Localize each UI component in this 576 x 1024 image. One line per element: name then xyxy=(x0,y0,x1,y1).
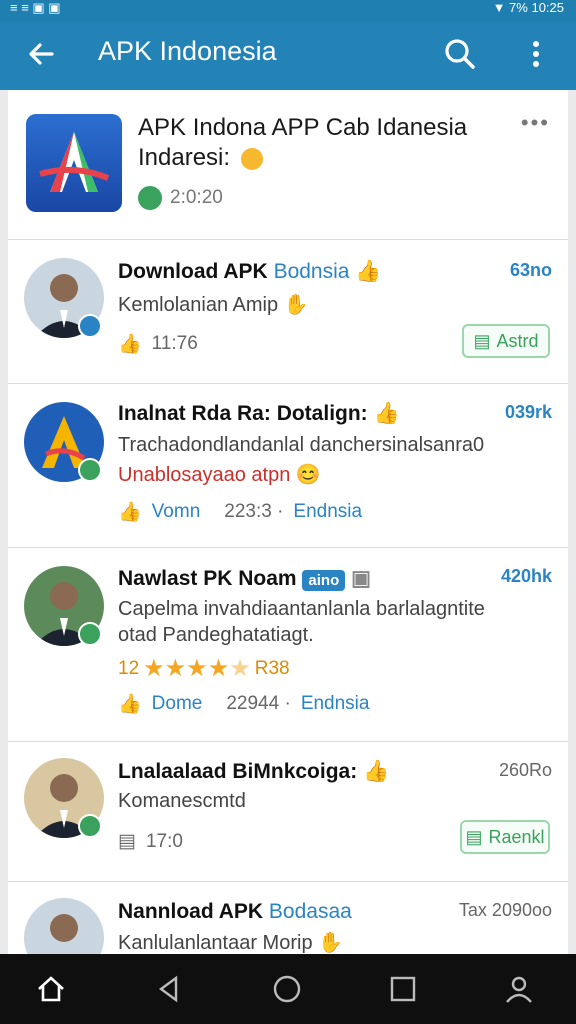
item-count: 260Ro xyxy=(498,760,552,780)
star-icon: ★ xyxy=(164,655,187,682)
list-item[interactable]: Nawlast PK Noam aino ▣ 420hk Capelma inv… xyxy=(8,548,568,742)
hand-icon: ✋ xyxy=(283,294,309,316)
thumbs-up-icon: 👍 xyxy=(118,502,142,523)
rating: 12 ★★★★★ R38 xyxy=(118,654,290,683)
item-title: Lnalaalaad BiMnkcoiga: 👍 xyxy=(118,760,390,783)
list-item[interactable]: Inalnat Rda Ra: Dotalign: 👍 039rk Tracha… xyxy=(8,384,568,548)
item-title: Nannload APK Bodasaa xyxy=(118,900,352,923)
item-subtitle-2: otad Pandeghatatiagt. xyxy=(118,624,314,646)
item-subtitle-red: Unablosayaao atpn 😊 xyxy=(118,464,321,486)
item-subtitle: Trachadondlandanlal danchersinalsanra0 xyxy=(118,434,485,456)
rating-stars: ★★★★★ xyxy=(143,654,251,683)
system-nav-bar xyxy=(0,954,576,1024)
calendar-icon: ▤ xyxy=(118,831,136,852)
status-badge-icon xyxy=(78,458,102,482)
list-item[interactable]: Download APK Bodnsia 👍 63no Kemlolanian … xyxy=(8,240,568,384)
document-icon: ▤ xyxy=(465,826,483,847)
overflow-menu-icon[interactable]: ••• xyxy=(521,110,550,136)
item-meta: 👍 11:76 xyxy=(118,333,198,355)
app-bar-title: APK Indonesia xyxy=(98,36,277,66)
hand-icon: ✋ xyxy=(318,932,344,954)
featured-app-subtitle: Indaresi: xyxy=(138,144,263,172)
action-button[interactable]: ▤ Astrd xyxy=(462,324,550,358)
item-link[interactable]: Endnsia xyxy=(293,501,362,523)
verified-badge-icon xyxy=(240,147,263,170)
home-icon[interactable] xyxy=(34,972,68,1006)
item-title: Inalnat Rda Ra: Dotalign: 👍 xyxy=(118,402,400,425)
shield-check-icon xyxy=(138,186,162,210)
thumbs-up-icon: 👍 xyxy=(355,260,382,283)
app-bar: APK Indonesia xyxy=(0,22,576,90)
image-icon: ▣ xyxy=(351,567,371,590)
star-icon: ★ xyxy=(186,655,208,682)
item-link[interactable]: Endnsia xyxy=(301,693,370,715)
item-count: Tax 2090oo xyxy=(458,900,552,920)
status-bar: ≡ ≡ ▣ ▣ ▼ 7% 10:25 xyxy=(0,0,576,22)
profile-icon[interactable] xyxy=(502,972,536,1006)
featured-app-card[interactable]: APK Indona APP Cab Idanesia Indaresi: 2:… xyxy=(8,90,568,240)
item-subtitle: Kanlulanlantaar Morip ✋ xyxy=(118,932,344,954)
item-count: 420hk xyxy=(500,566,552,586)
account-badge-icon xyxy=(78,314,102,338)
status-icons-right: ▼ 7% 10:25 xyxy=(492,0,564,15)
action-button[interactable]: ▤ Raenkl xyxy=(460,820,550,854)
title-chip: aino xyxy=(302,570,346,591)
app-logo xyxy=(26,114,122,212)
status-badge-icon xyxy=(78,814,102,838)
item-title: Download APK Bodnsia 👍 xyxy=(118,260,382,283)
item-count: 039rk xyxy=(504,402,552,422)
status-badge-icon xyxy=(78,622,102,646)
thumbs-up-icon: 👍 xyxy=(118,694,142,715)
document-icon: ▤ xyxy=(473,330,491,351)
back-nav-icon[interactable] xyxy=(152,972,186,1006)
item-subtitle: Kemlolanian Amip ✋ xyxy=(118,294,309,316)
item-subtitle: Capelma invahdiaantanlanla barlalagntite xyxy=(118,598,485,620)
emoji-icon: 😊 xyxy=(295,464,321,486)
thumbs-up-icon: 👍 xyxy=(373,402,400,425)
item-count: 63no xyxy=(509,260,552,280)
more-options-icon[interactable] xyxy=(520,34,552,74)
featured-app-meta: 2:0:20 xyxy=(138,186,223,210)
item-meta: ▤ 17:0 xyxy=(118,830,183,853)
thumbs-up-icon: 👍 xyxy=(118,334,142,355)
thumbs-up-icon: 👍 xyxy=(363,760,390,783)
app-list: APK Indona APP Cab Idanesia Indaresi: 2:… xyxy=(8,90,568,954)
star-icon: ★ xyxy=(229,655,251,682)
rating-after: R38 xyxy=(254,657,290,679)
item-title: Nawlast PK Noam aino ▣ xyxy=(118,567,371,591)
list-item[interactable]: Lnalaalaad BiMnkcoiga: 👍 260Ro Komanescm… xyxy=(8,742,568,882)
recents-icon[interactable] xyxy=(386,972,420,1006)
status-icons-left: ≡ ≡ ▣ ▣ xyxy=(10,0,61,15)
item-meta: 👍 Vomn 223:3 · Endnsia xyxy=(118,501,363,523)
star-icon: ★ xyxy=(207,655,230,682)
back-arrow-icon[interactable] xyxy=(22,34,62,74)
star-icon: ★ xyxy=(143,655,165,682)
featured-app-title: APK Indona APP Cab Idanesia xyxy=(138,114,468,141)
item-subtitle: Komanescmtd xyxy=(118,790,246,812)
search-icon[interactable] xyxy=(440,34,480,74)
rating-number: 12 xyxy=(118,657,140,679)
avatar xyxy=(24,898,104,954)
home-circle-icon[interactable] xyxy=(270,972,304,1006)
list-item[interactable]: Nannload APK Bodasaa Tax 2090oo Kanlulan… xyxy=(8,882,568,954)
item-meta: 👍 Dome 22944 · Endnsia xyxy=(118,693,370,715)
